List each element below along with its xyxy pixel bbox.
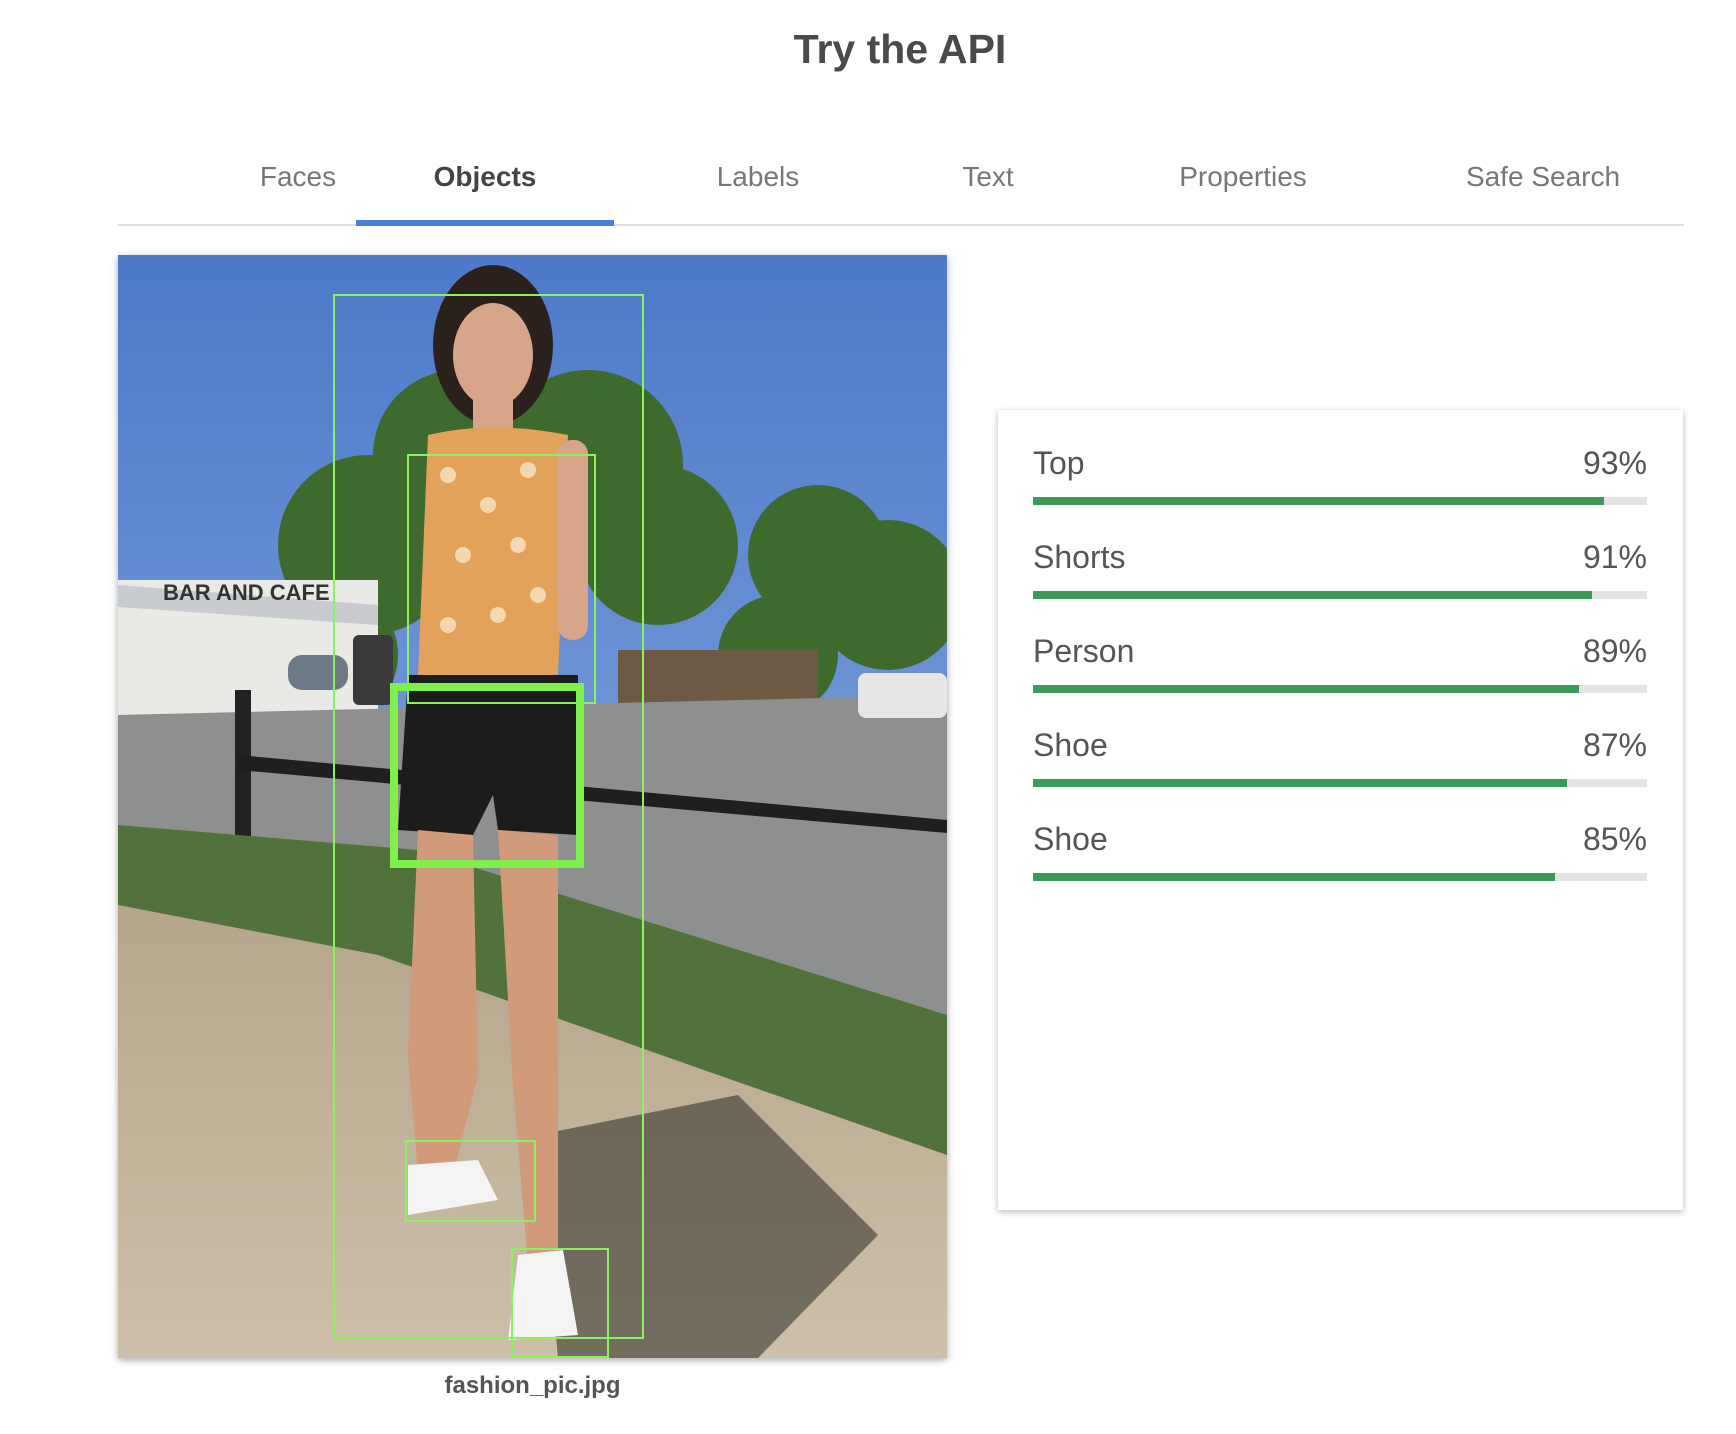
cafe-sign: BAR AND CAFE (163, 580, 330, 605)
result-row[interactable]: Shoe 87% (1033, 727, 1647, 797)
result-row[interactable]: Person 89% (1033, 633, 1647, 703)
result-score: 91% (1582, 539, 1647, 575)
image-filename: fashion_pic.jpg (444, 1372, 621, 1399)
result-row[interactable]: Shoe 85% (1033, 821, 1647, 891)
score-track (1033, 591, 1647, 599)
bbox-shoe-right[interactable] (511, 1248, 609, 1358)
score-fill (1033, 873, 1555, 881)
tab-properties[interactable]: Properties (1123, 150, 1363, 224)
result-name: Shorts (1033, 539, 1126, 575)
result-score: 93% (1582, 445, 1647, 481)
parked-car (858, 673, 947, 718)
result-row[interactable]: Top 93% (1033, 445, 1647, 515)
tab-bar: Faces Objects Labels Text Properties Saf… (118, 150, 1684, 226)
result-score: 87% (1582, 727, 1647, 763)
score-track (1033, 685, 1647, 693)
bbox-shoe-left[interactable] (405, 1140, 536, 1222)
score-fill (1033, 779, 1568, 787)
result-name: Person (1033, 633, 1135, 669)
result-row[interactable]: Shorts 91% (1033, 539, 1647, 609)
result-name: Top (1033, 445, 1085, 481)
result-score: 85% (1582, 821, 1647, 857)
result-score: 89% (1582, 633, 1647, 669)
result-name: Shoe (1033, 727, 1108, 763)
score-fill (1033, 685, 1580, 693)
tab-safe-search[interactable]: Safe Search (1408, 150, 1678, 224)
page-title: Try the API (793, 26, 1007, 72)
analyzed-photo: BAR AND CAFE (118, 255, 947, 1358)
tab-labels[interactable]: Labels (638, 150, 878, 224)
score-track (1033, 497, 1647, 505)
result-name: Shoe (1033, 821, 1108, 857)
score-track (1033, 779, 1647, 787)
score-track (1033, 873, 1647, 881)
bbox-top[interactable] (407, 454, 596, 704)
results-panel: Top 93% Shorts 91% Person 89% Shoe 87% S… (998, 410, 1683, 1210)
bbox-shorts[interactable] (390, 683, 584, 868)
tab-text[interactable]: Text (868, 150, 1108, 224)
tab-objects[interactable]: Objects (356, 150, 614, 226)
score-fill (1033, 497, 1605, 505)
score-fill (1033, 591, 1592, 599)
